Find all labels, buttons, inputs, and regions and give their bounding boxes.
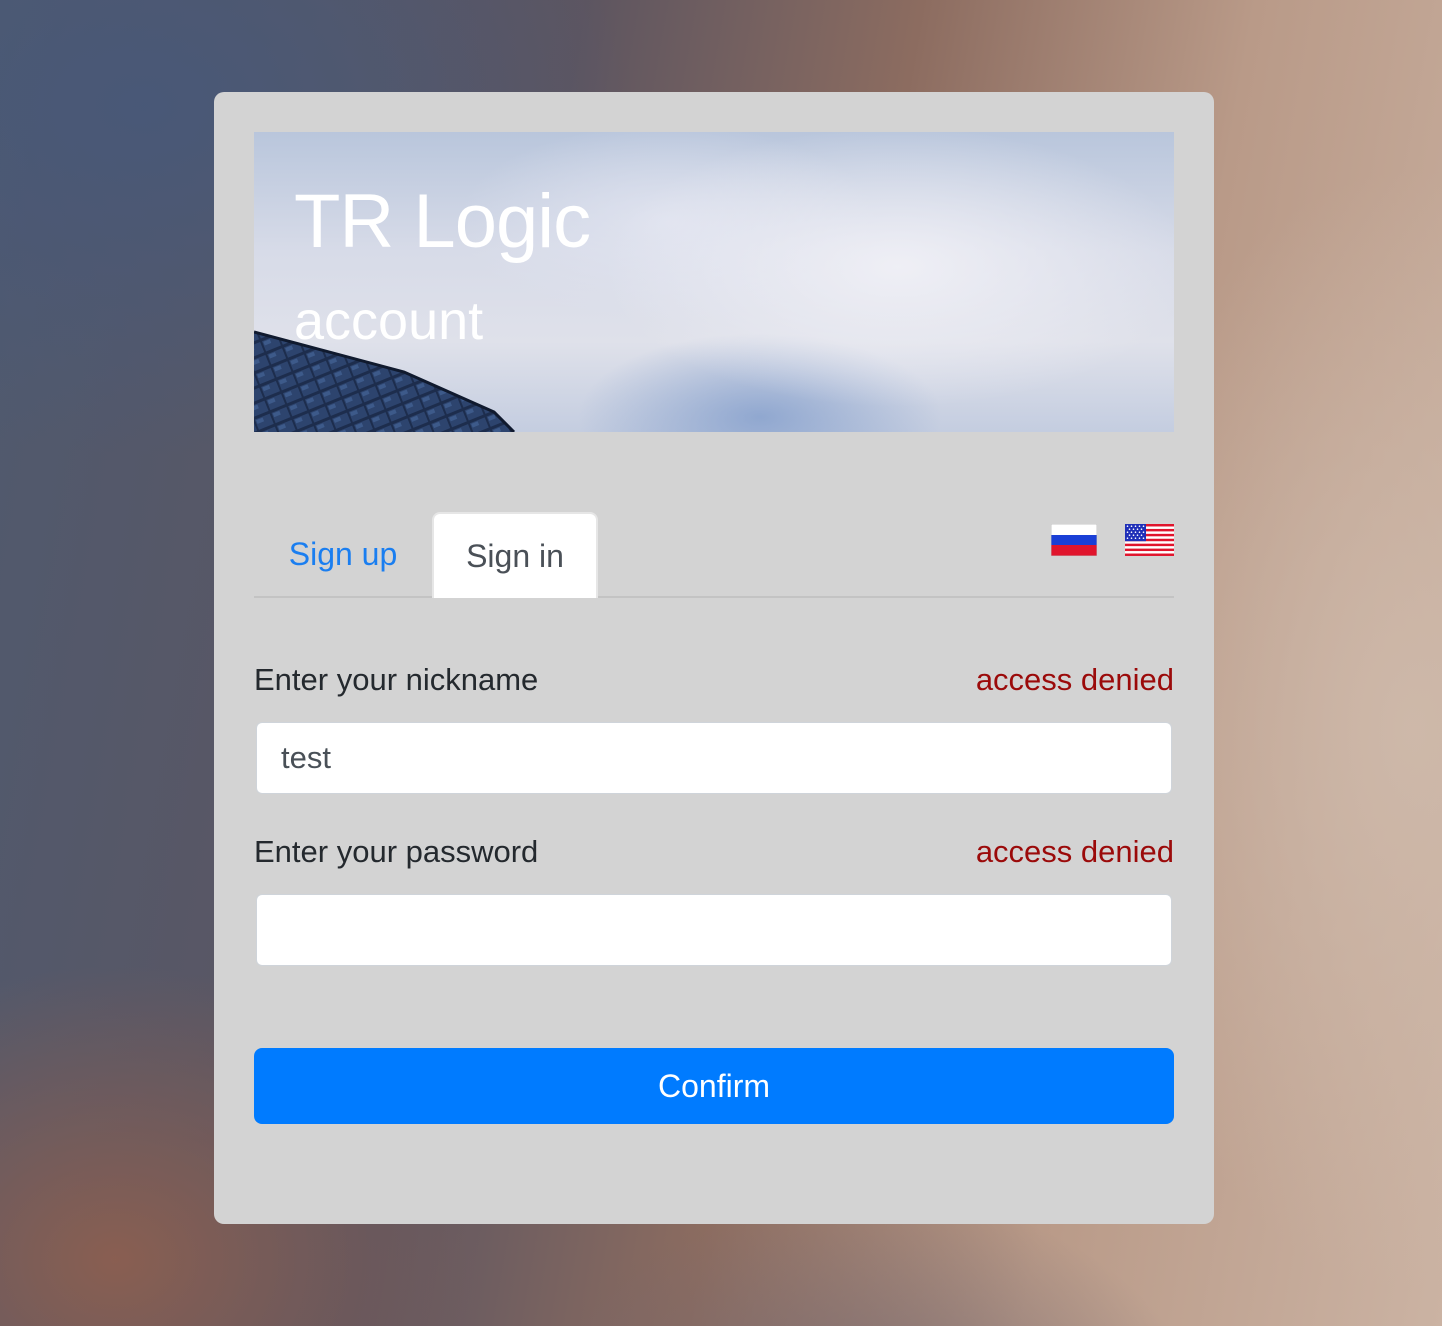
- confirm-button[interactable]: Confirm: [254, 1048, 1174, 1124]
- password-error: access denied: [975, 834, 1174, 869]
- brand-title: TR Logic: [294, 179, 591, 264]
- us-flag-icon[interactable]: [1125, 524, 1174, 556]
- roof-image: [254, 330, 516, 432]
- login-card: TR Logic account Sign up Sign in Enter y…: [214, 92, 1214, 1224]
- nickname-label: Enter your nickname: [254, 662, 539, 697]
- nickname-error: access denied: [975, 662, 1174, 697]
- brand-subtitle: account: [294, 291, 484, 351]
- tab-sign-up[interactable]: Sign up: [254, 512, 432, 596]
- auth-tabs: Sign up Sign in: [254, 512, 1174, 598]
- russia-flag-icon[interactable]: [1051, 524, 1097, 556]
- password-input[interactable]: [256, 894, 1172, 966]
- password-label: Enter your password: [254, 834, 539, 869]
- nickname-input[interactable]: [256, 722, 1172, 794]
- header-banner: TR Logic account: [254, 132, 1174, 432]
- tab-sign-in[interactable]: Sign in: [432, 512, 598, 598]
